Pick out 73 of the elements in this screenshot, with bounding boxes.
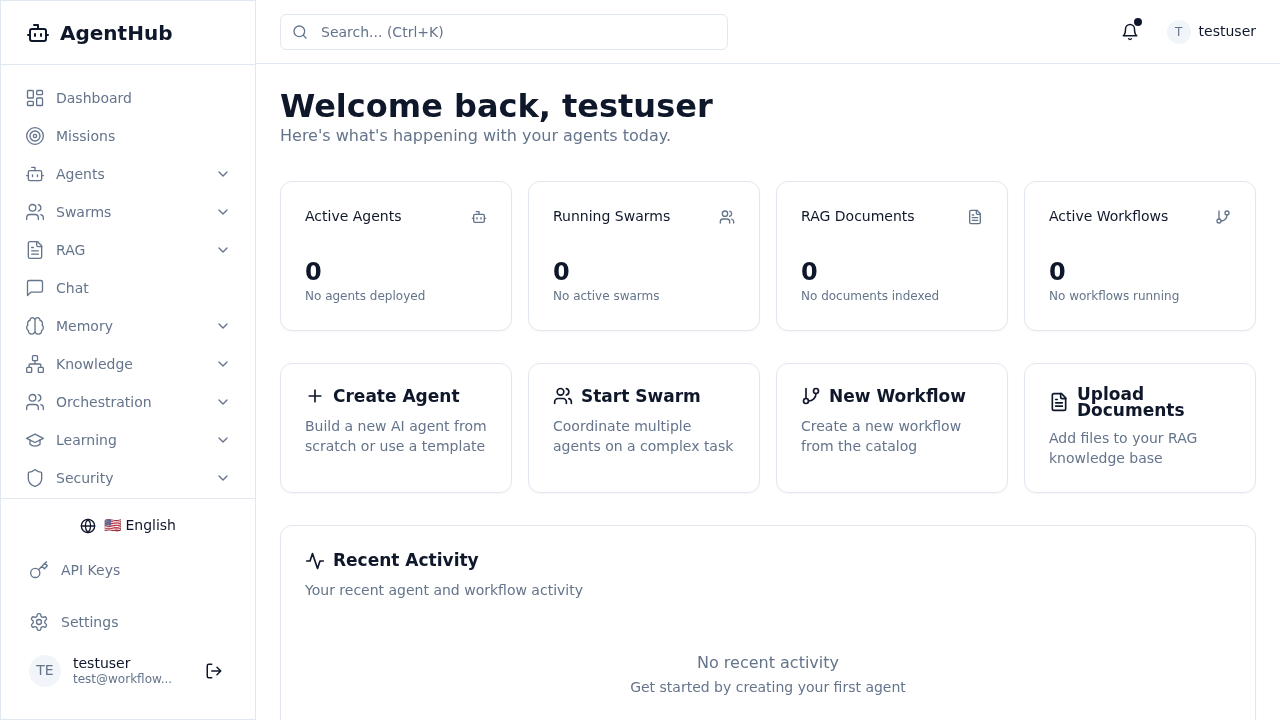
- target-icon: [25, 126, 45, 146]
- sidebar-item[interactable]: Chat: [25, 269, 231, 307]
- settings-icon: [29, 612, 49, 632]
- sidebar-item[interactable]: Missions: [25, 117, 231, 155]
- page-subtitle: Here's what's happening with your agents today.: [280, 125, 672, 147]
- action-description: Add files to your RAG knowledge base: [1049, 429, 1199, 468]
- stat-note: No documents indexed: [801, 288, 941, 305]
- document-icon: [967, 208, 983, 225]
- key-icon: [29, 560, 49, 580]
- user-menu-button[interactable]: T testuser: [1166, 19, 1256, 44]
- sidebar-item[interactable]: Security: [25, 459, 231, 497]
- stat-title: Active Agents: [305, 207, 402, 226]
- sidebar-link[interactable]: API Keys: [29, 546, 227, 594]
- action-title: Upload Documents: [1077, 386, 1186, 418]
- stat-note: No workflows running: [1049, 288, 1181, 305]
- hierarchy-icon: [25, 354, 45, 374]
- action-description: Create a new workflow from the catalog: [801, 417, 963, 456]
- stat-note: No agents deployed: [305, 288, 427, 305]
- action-description: Coordinate multiple agents on a complex task: [553, 417, 735, 456]
- sidebar-item[interactable]: Knowledge: [25, 345, 231, 383]
- action-card[interactable]: New Workflow Create a new workflow from the catalog: [776, 363, 1008, 493]
- activity-icon: [305, 550, 325, 571]
- user-email: test@workflow...: [73, 672, 174, 688]
- action-title: Start Swarm: [581, 388, 701, 404]
- brain-icon: [25, 316, 45, 336]
- users-icon: [25, 202, 45, 222]
- sidebar-link[interactable]: Settings: [29, 598, 227, 646]
- app-logo-text: AgentHub: [60, 19, 173, 47]
- action-card[interactable]: Start Swarm Coordinate multiple agents on a complex task: [528, 363, 760, 493]
- empty-state-title: No recent activity: [696, 651, 840, 674]
- user-avatar: TE: [29, 654, 61, 687]
- search-field[interactable]: Search... (Ctrl+K): [280, 13, 728, 50]
- logout-icon: [205, 662, 223, 681]
- stat-value: 0: [1049, 257, 1067, 287]
- dashboard-icon: [25, 88, 45, 108]
- sidebar-item[interactable]: Dashboard: [25, 79, 231, 117]
- sidebar-item[interactable]: Orchestration: [25, 383, 231, 421]
- users-icon: [553, 386, 573, 406]
- sidebar-item[interactable]: Agents: [25, 155, 231, 193]
- action-title: Create Agent: [333, 388, 460, 404]
- stat-value: 0: [305, 257, 323, 287]
- action-title: New Workflow: [829, 388, 966, 404]
- notification-bell-icon: [1120, 23, 1139, 41]
- action-description: Build a new AI agent from scratch or use a template: [305, 417, 487, 456]
- stat-value: 0: [801, 257, 819, 287]
- action-card[interactable]: Upload Documents Add files to your RAG knowledge base: [1024, 363, 1256, 493]
- robot-icon: [471, 208, 487, 225]
- empty-state-hint: Get started by creating your first agent: [629, 677, 907, 697]
- branch-icon: [1215, 208, 1231, 225]
- panel-title: Recent Activity: [333, 549, 479, 572]
- stat-title: Running Swarms: [553, 207, 671, 226]
- branch-icon: [801, 386, 821, 406]
- document-icon: [25, 240, 45, 260]
- sidebar-item[interactable]: Learning: [25, 421, 231, 459]
- users-icon: [25, 392, 45, 412]
- action-card[interactable]: Create Agent Build a new AI agent from scratch or use a template: [280, 363, 512, 493]
- globe-icon: [80, 517, 96, 534]
- sidebar-item[interactable]: RAG: [25, 231, 231, 269]
- users-icon: [719, 208, 735, 225]
- stat-value: 0: [553, 257, 571, 287]
- sidebar-item[interactable]: Memory: [25, 307, 231, 345]
- stat-title: Active Workflows: [1049, 207, 1169, 226]
- document-icon: [1049, 392, 1069, 412]
- robot-icon: [25, 164, 45, 184]
- sidebar-item[interactable]: Swarms: [25, 193, 231, 231]
- language-selector[interactable]: 🇺🇸 English: [80, 509, 176, 542]
- panel-subtitle: Your recent agent and workflow activity: [305, 580, 584, 600]
- page-title: Welcome back, testuser: [280, 88, 714, 124]
- stat-title: RAG Documents: [801, 207, 915, 226]
- user-name: testuser: [73, 654, 132, 673]
- chat-icon: [25, 278, 45, 298]
- stat-note: No active swarms: [553, 288, 661, 305]
- shield-icon: [25, 468, 45, 488]
